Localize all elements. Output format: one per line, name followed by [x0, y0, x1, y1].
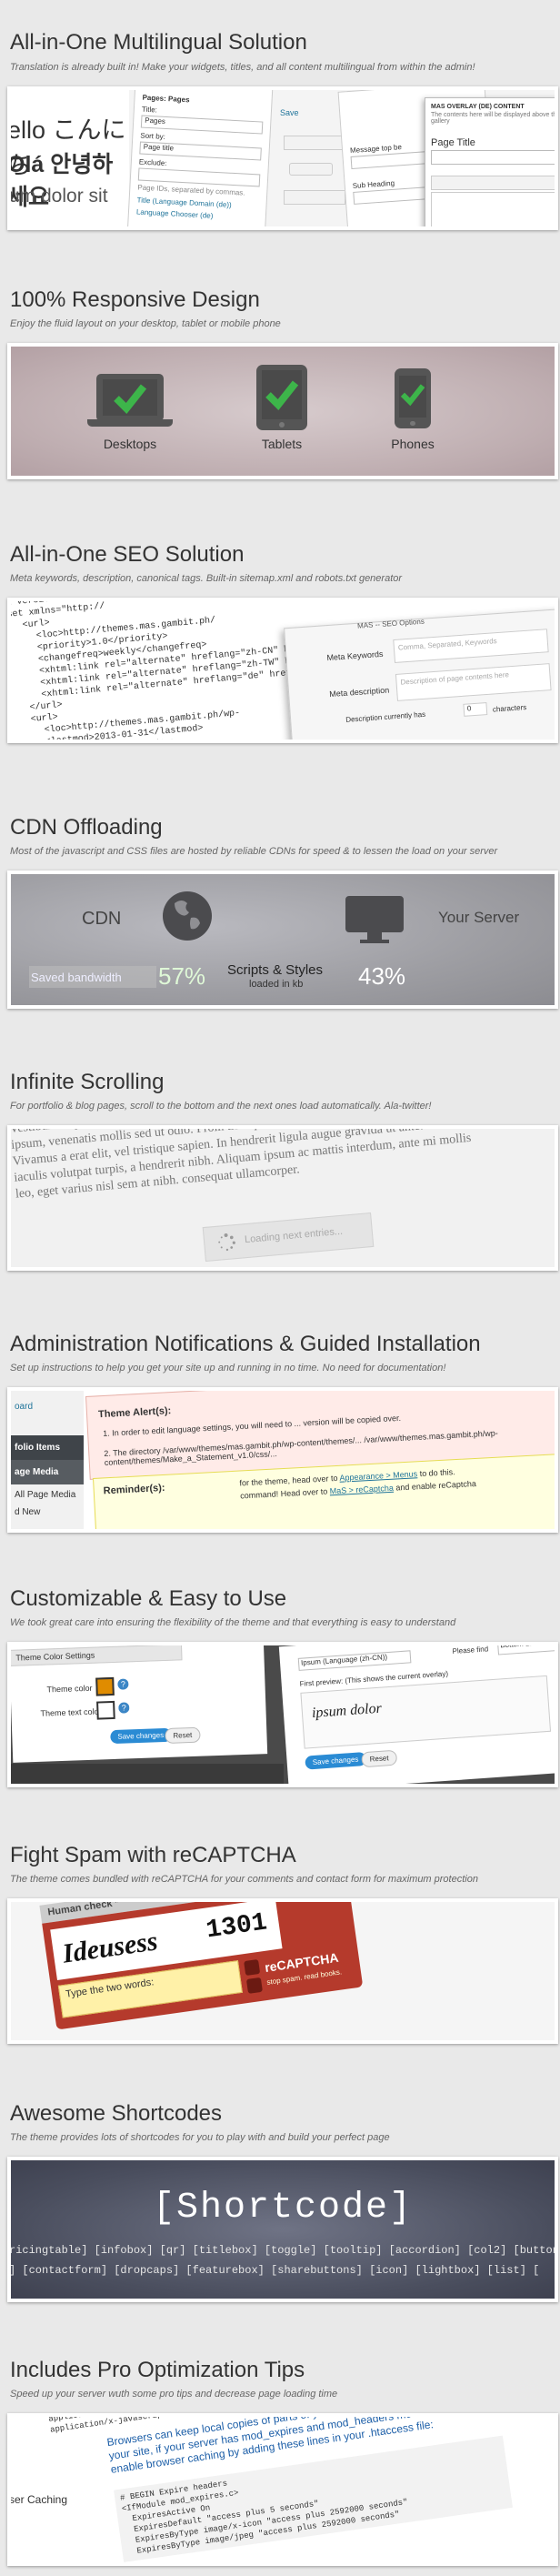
save-link[interactable]: Save — [280, 108, 299, 117]
refresh-icon[interactable] — [244, 1958, 261, 1977]
reset-button[interactable]: Reset — [165, 1726, 201, 1744]
editor-toolbar[interactable] — [431, 176, 555, 190]
server-label: Your Server — [438, 909, 520, 926]
cdn-panel: CDN Saved bandwidth 57% Your Server Scri… — [7, 870, 558, 1009]
meta-description-input[interactable]: Description of page contents here — [395, 663, 552, 701]
theme-color-swatch[interactable] — [95, 1676, 115, 1696]
optimization-screenshot: application/javascript "access plus 2592… — [7, 2413, 558, 2566]
device-label-desktops: Desktops — [103, 437, 157, 451]
svg-text:?: ? — [122, 1703, 126, 1712]
help-icon: ? — [117, 1678, 129, 1690]
section-title: Includes Pro Optimization Tips — [10, 2358, 305, 2382]
seo-screenshot: l version="1.0" set xmlns="http:// <url>… — [7, 598, 558, 743]
infinite-scroll-screenshot: Vestibulum quam. Nam justo tellus, aliqu… — [7, 1125, 558, 1271]
section-title: All-in-One SEO Solution — [10, 542, 245, 567]
help-icon: ? — [118, 1702, 130, 1714]
spinner-icon — [218, 1233, 235, 1252]
shortcode-list-2: ] [contactform] [dropcaps] [featurebox] … — [9, 2264, 540, 2277]
small-button[interactable] — [289, 163, 333, 176]
shortcode-list-1: ricingtable] [infobox] [qr] [titlebox] [… — [9, 2244, 558, 2257]
section-subtitle: Translation is already built in! Make yo… — [10, 62, 475, 73]
recaptcha-link[interactable]: MaS > reCaptcha — [329, 1484, 394, 1496]
color-settings-box: Theme Color Settings Theme color ? Theme… — [11, 1645, 268, 1763]
phone-icon — [395, 368, 431, 428]
recaptcha-screenshot: Human check * Ideusess 1301 Type the two… — [7, 1898, 558, 2044]
editor-box: MAS OVERLAY (DE) CONTENT The contents he… — [425, 97, 555, 226]
shortcodes-panel: [Shortcode] ricingtable] [infobox] [qr] … — [7, 2157, 558, 2302]
sidebar-item-all-media[interactable]: All Page Media — [11, 1484, 84, 1505]
scripts-value: 43% — [358, 962, 406, 990]
section-title: Customizable & Easy to Use — [10, 1586, 287, 1611]
text-color-swatch[interactable] — [96, 1700, 115, 1720]
section-title: All-in-One Multilingual Solution — [10, 30, 307, 55]
section-subtitle: Enjoy the fluid layout on your desktop, … — [10, 318, 281, 329]
menus-link[interactable]: Appearance > Menus — [339, 1469, 417, 1482]
section-title: 100% Responsive Design — [10, 287, 260, 312]
language-sample: ello こんにち Olá 안녕하세요 um dolor sit — [11, 90, 129, 226]
section-title: Administration Notifications & Guided In… — [10, 1332, 481, 1356]
section-subtitle: Most of the javascript and CSS files are… — [10, 846, 498, 857]
dropdown-control[interactable] — [284, 136, 345, 150]
section-subtitle: The theme comes bundled with reCAPTCHA f… — [10, 1874, 478, 1885]
section-title: Infinite Scrolling — [10, 1070, 165, 1094]
section-subtitle: Meta keywords, description, canonical ta… — [10, 573, 403, 584]
scripts-label: Scripts & Styles — [227, 962, 324, 978]
audio-icon[interactable] — [245, 1977, 263, 1994]
sidebar-item-dashboard[interactable]: oard — [11, 1391, 84, 1423]
responsive-panel: Desktops Tablets Phones — [7, 343, 558, 479]
reset-button-2[interactable]: Reset — [361, 1749, 398, 1768]
admin-sidebar: oard folio Items age Media All Page Medi… — [11, 1391, 84, 1529]
scripts-sublabel: loaded in kb — [249, 979, 304, 990]
check-icon — [265, 380, 299, 410]
customizable-screenshot: Theme Color Settings Theme color ? Theme… — [7, 1642, 558, 1787]
recaptcha-widget: Human check * Ideusess 1301 Type the two… — [38, 1902, 421, 2040]
saved-bandwidth-label: Saved bandwidth — [31, 971, 122, 984]
device-label-tablets: Tablets — [261, 437, 303, 451]
section-subtitle: Speed up your server wuth some pro tips … — [10, 2389, 338, 2400]
char-count-field: 0 — [463, 702, 488, 717]
device-label-phones: Phones — [391, 437, 435, 451]
seo-options-box: MAS -- SEO Options Meta Keywords Comma, … — [284, 607, 555, 740]
meta-keywords-input[interactable]: Comma, Separated, Keywords — [393, 629, 549, 664]
check-icon — [400, 384, 425, 407]
monitor-icon — [345, 896, 404, 943]
dropdown-control-2[interactable] — [284, 190, 345, 205]
section-subtitle: Set up instructions to help you get your… — [10, 1363, 446, 1374]
svg-text:?: ? — [121, 1679, 125, 1688]
check-icon — [114, 384, 147, 414]
globe-icon — [163, 891, 212, 941]
language-field[interactable]: Ipsum (Language (zh-CN)) — [297, 1650, 412, 1671]
overlay-preview: ipsum dolor — [300, 1675, 552, 1749]
sidebar-item-portfolio[interactable]: folio Items — [11, 1435, 84, 1460]
user-caching-label: ser Caching — [9, 2493, 68, 2506]
section-title: CDN Offloading — [10, 815, 163, 840]
article-text: Vestibulum quam. Nam justo tellus, aliqu… — [9, 1125, 472, 1202]
editor-textarea[interactable] — [431, 192, 555, 226]
loading-indicator: Loading next entries... — [202, 1212, 375, 1263]
admin-screenshot: oard folio Items age Media All Page Medi… — [7, 1387, 558, 1533]
overlay-settings-box: Ipsum (Language (zh-CN)) Please find Bot… — [278, 1645, 555, 1784]
section-title: Awesome Shortcodes — [10, 2101, 223, 2126]
save-changes-button[interactable]: Save changes — [110, 1727, 172, 1745]
desktop-icon — [96, 374, 164, 421]
save-changes-button-2[interactable]: Save changes — [305, 1752, 366, 1770]
section-subtitle: We took great care into ensuring the fle… — [10, 1617, 456, 1628]
bottom-label-field[interactable]: Bottom Label — [496, 1645, 555, 1655]
page-title-input[interactable] — [431, 150, 555, 165]
pages-widget: Pages: Pages Title: Pages Sort by: Page … — [126, 90, 274, 226]
multilingual-screenshot: ello こんにち Olá 안녕하세요 um dolor sit Pages: … — [7, 86, 558, 230]
tablet-icon — [256, 365, 307, 430]
section-subtitle: For portfolio & blog pages, scroll to th… — [10, 1101, 432, 1112]
cdn-label: CDN — [82, 909, 122, 929]
saved-bandwidth-value: 57% — [158, 962, 206, 990]
sidebar-item-page-media[interactable]: age Media — [11, 1460, 84, 1484]
section-title: Fight Spam with reCAPTCHA — [10, 1843, 296, 1867]
section-subtitle: The theme provides lots of shortcodes fo… — [10, 2132, 390, 2143]
sidebar-item-add-new[interactable]: d New — [11, 1505, 84, 1519]
shortcode-heading: [Shortcode] — [152, 2188, 414, 2229]
